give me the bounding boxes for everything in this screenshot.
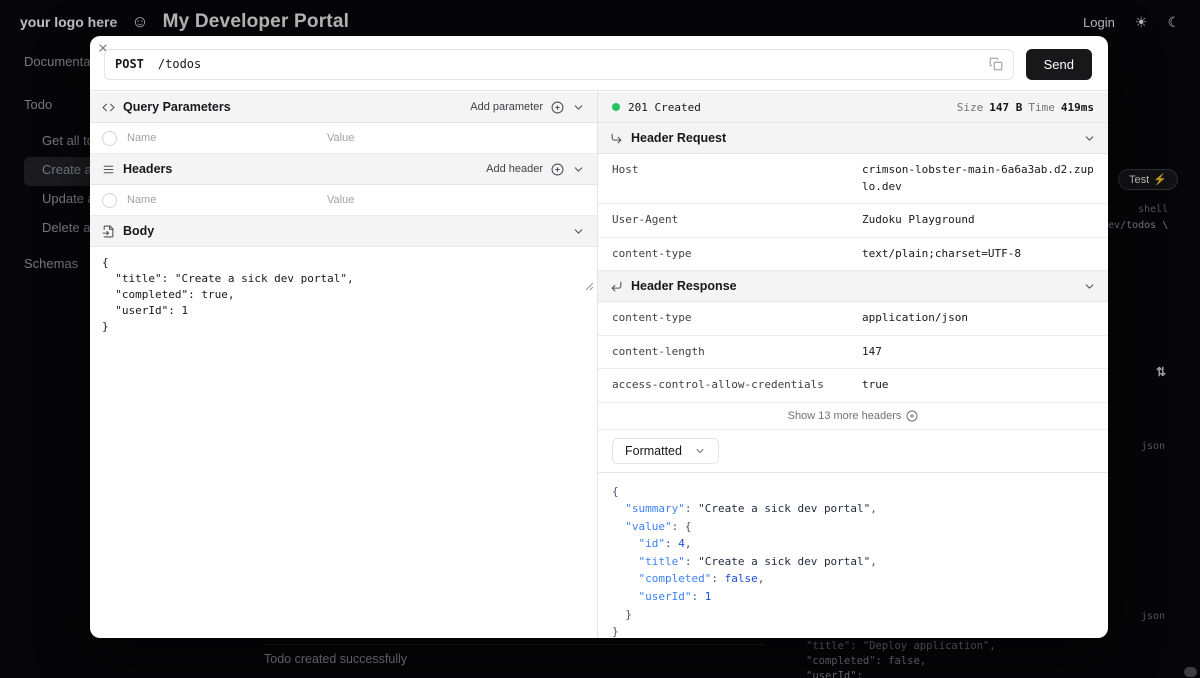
request-bar: POST Send [90, 36, 1108, 91]
response-headers-section-header: Header Response [598, 271, 1108, 302]
header-key: content-type [612, 246, 862, 263]
chevron-down-icon [694, 445, 706, 457]
file-input-icon [102, 225, 115, 238]
show-more-label: Show 13 more headers [788, 410, 902, 422]
header-row-content-type: content-type application/json [598, 302, 1108, 336]
size-value: 147 B [989, 101, 1022, 114]
corner-down-right-icon [610, 132, 623, 145]
request-headers-section-header: Header Request [598, 123, 1108, 154]
response-status-bar: 201 Created Size 147 B Time 419ms [598, 92, 1108, 123]
header-value-input[interactable] [327, 194, 585, 206]
header-key: content-length [612, 344, 862, 361]
method-select[interactable]: POST [115, 57, 144, 71]
query-parameters-title: Query Parameters [123, 100, 231, 114]
query-parameter-row [90, 123, 597, 154]
request-pane: Query Parameters Add parameter [90, 92, 598, 638]
query-parameters-section-header: Query Parameters Add parameter [90, 92, 597, 123]
headers-section-header: Headers Add header [90, 154, 597, 185]
add-header-button[interactable]: Add header [486, 163, 543, 175]
header-value: application/json [862, 310, 1094, 327]
parameter-enable-checkbox[interactable] [102, 131, 117, 146]
chevron-down-icon[interactable] [1083, 132, 1096, 145]
corner-down-left-icon [610, 280, 623, 293]
format-select[interactable]: Formatted [612, 438, 719, 464]
time-label: Time [1028, 101, 1055, 114]
header-row [90, 185, 597, 216]
header-value: crimson-lobster-main-6a6a3ab.d2.zuplo.de… [862, 162, 1094, 195]
header-row-access-control: access-control-allow-credentials true [598, 369, 1108, 403]
status-code: 201 Created [628, 101, 701, 114]
request-body-content[interactable]: { "title": "Create a sick dev portal", "… [102, 255, 585, 335]
body-title: Body [123, 224, 154, 238]
time-value: 419ms [1061, 101, 1094, 114]
parameter-name-input[interactable] [127, 132, 317, 144]
header-response-title: Header Response [631, 279, 737, 293]
format-row: Formatted [598, 430, 1108, 473]
header-row-content-length: content-length 147 [598, 336, 1108, 370]
show-more-headers-button[interactable]: Show 13 more headers [598, 403, 1108, 430]
header-request-title: Header Request [631, 131, 726, 145]
header-value: Zudoku Playground [862, 212, 1094, 229]
header-key: access-control-allow-credentials [612, 377, 862, 394]
plus-circle-icon[interactable] [551, 101, 564, 114]
playground-content: Query Parameters Add parameter [90, 92, 1108, 638]
path-input[interactable] [158, 57, 975, 71]
body-section-header: Body [90, 216, 597, 247]
headers-title: Headers [123, 162, 172, 176]
plus-circle-icon [906, 410, 918, 422]
code-icon [102, 101, 115, 114]
header-row-content-type: content-type text/plain;charset=UTF-8 [598, 238, 1108, 272]
list-icon [102, 163, 115, 176]
api-playground-modal: POST Send Query Parameters Add parameter [90, 36, 1108, 638]
chevron-down-icon[interactable] [572, 225, 585, 238]
add-parameter-button[interactable]: Add parameter [470, 101, 543, 113]
response-pane: 201 Created Size 147 B Time 419ms Header… [598, 92, 1108, 638]
parameter-value-input[interactable] [327, 132, 585, 144]
plus-circle-icon[interactable] [551, 163, 564, 176]
header-enable-checkbox[interactable] [102, 193, 117, 208]
send-button[interactable]: Send [1026, 49, 1092, 80]
size-label: Size [957, 101, 984, 114]
request-body-editor[interactable]: { "title": "Create a sick dev portal", "… [90, 247, 597, 449]
header-key: Host [612, 162, 862, 195]
header-value: true [862, 377, 1094, 394]
chevron-down-icon[interactable] [1083, 280, 1096, 293]
copy-icon[interactable] [989, 57, 1003, 71]
header-name-input[interactable] [127, 194, 317, 206]
chevron-down-icon[interactable] [572, 101, 585, 114]
response-body-json: { "summary": "Create a sick dev portal",… [598, 473, 1108, 639]
header-value: text/plain;charset=UTF-8 [862, 246, 1094, 263]
header-row-host: Host crimson-lobster-main-6a6a3ab.d2.zup… [598, 154, 1108, 204]
header-value: 147 [862, 344, 1094, 361]
header-key: User-Agent [612, 212, 862, 229]
chevron-down-icon[interactable] [572, 163, 585, 176]
header-row-user-agent: User-Agent Zudoku Playground [598, 204, 1108, 238]
format-selected-value: Formatted [625, 444, 682, 458]
request-url-box: POST [104, 49, 1014, 80]
resize-handle[interactable] [584, 281, 594, 291]
status-ok-dot [612, 103, 620, 111]
header-key: content-type [612, 310, 862, 327]
